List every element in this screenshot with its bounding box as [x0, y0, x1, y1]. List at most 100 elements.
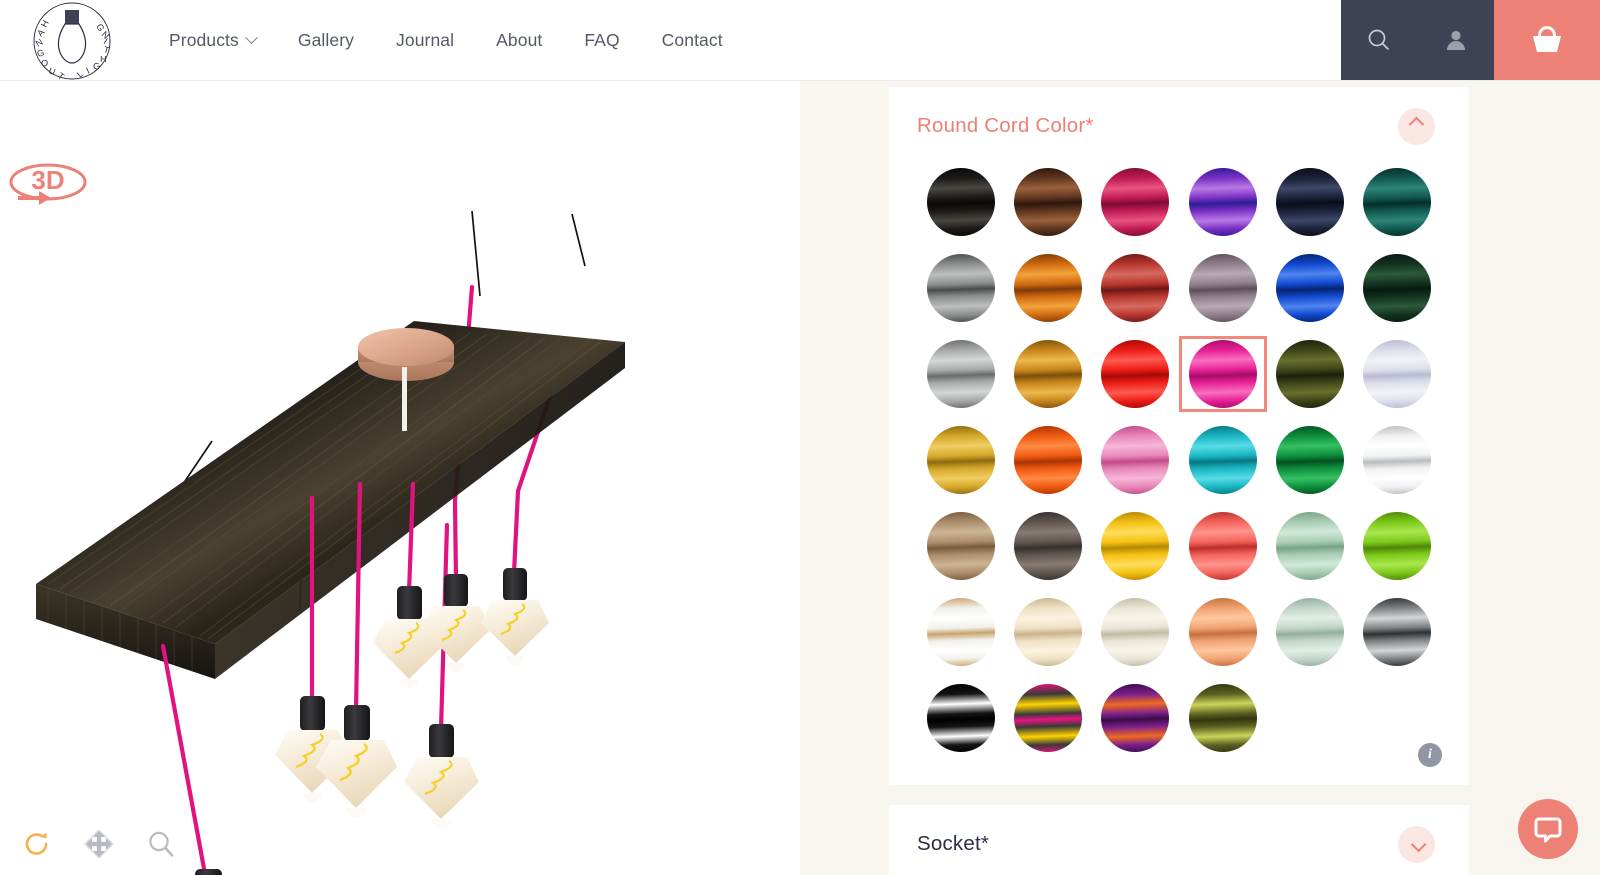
- cord-color-swatch[interactable]: [1093, 252, 1177, 324]
- cord-color-swatch[interactable]: [919, 338, 1003, 410]
- cord-color-swatch[interactable]: [1093, 682, 1177, 754]
- chat-launcher-button[interactable]: [1518, 799, 1578, 859]
- swatch-color: [1101, 340, 1170, 408]
- cord-color-swatch[interactable]: [1268, 424, 1352, 496]
- cord-color-swatch[interactable]: [919, 596, 1003, 668]
- nav-label: Gallery: [297, 29, 355, 50]
- cord-color-swatch[interactable]: [919, 424, 1003, 496]
- swatch-color: [1275, 254, 1344, 322]
- cord-color-swatch[interactable]: [1181, 252, 1265, 324]
- swatch-color: [1188, 598, 1257, 666]
- cord-color-swatch[interactable]: [1181, 424, 1265, 496]
- swatch-color: [1363, 426, 1432, 494]
- cord-color-swatch[interactable]: [1268, 510, 1352, 582]
- swatch-color: [1188, 340, 1257, 408]
- nav-item-gallery[interactable]: Gallery: [277, 0, 375, 81]
- swatch-color: [1275, 426, 1344, 494]
- cord-color-swatch[interactable]: [1181, 510, 1265, 582]
- cord-color-swatch[interactable]: [1355, 510, 1439, 582]
- pan-move-icon: [84, 829, 114, 859]
- cord-color-swatch[interactable]: [1093, 424, 1177, 496]
- cord-color-swatch[interactable]: [1355, 596, 1439, 668]
- cord-color-swatch[interactable]: [919, 510, 1003, 582]
- bulb-logo-icon: H A N G O U T L I G H T I N G: [33, 2, 111, 80]
- section-header-round-cord-color[interactable]: Round Cord Color*: [889, 87, 1469, 165]
- cord-color-swatch[interactable]: [919, 166, 1003, 238]
- cart-button[interactable]: [1494, 0, 1600, 80]
- svg-text:O: O: [41, 58, 48, 68]
- cord-color-swatch[interactable]: [1006, 166, 1090, 238]
- cord-color-swatch[interactable]: [1006, 338, 1090, 410]
- section-collapse-toggle[interactable]: [1398, 107, 1435, 145]
- cord-color-swatch[interactable]: [1006, 252, 1090, 324]
- swatch-color: [926, 512, 995, 580]
- cord-color-swatch[interactable]: [1355, 252, 1439, 324]
- utility-group: [1341, 0, 1494, 80]
- cord-color-swatch[interactable]: [1355, 338, 1439, 410]
- search-button[interactable]: [1348, 0, 1410, 81]
- swatch-color: [1275, 598, 1344, 666]
- chat-bubble-icon: [1534, 817, 1562, 843]
- chevron-down-icon: [1410, 836, 1427, 852]
- product-stage: [0, 81, 800, 875]
- swatch-color: [926, 684, 995, 752]
- viewer-controls: [20, 827, 178, 861]
- nav-item-products[interactable]: Products: [148, 0, 277, 81]
- info-button[interactable]: i: [1418, 743, 1442, 767]
- account-button[interactable]: [1425, 0, 1487, 81]
- site-header: H A N G O U T L I G H T I N G Products G…: [0, 0, 1600, 81]
- nav-label: Contact: [661, 29, 723, 50]
- cord-color-swatch[interactable]: [1181, 166, 1265, 238]
- cord-color-swatch[interactable]: [1006, 510, 1090, 582]
- swatch-color: [1013, 168, 1082, 236]
- nav-item-journal[interactable]: Journal: [375, 0, 475, 81]
- cord-color-swatch[interactable]: [1181, 596, 1265, 668]
- cord-color-swatch[interactable]: [1268, 338, 1352, 410]
- product-viewer[interactable]: 3D: [0, 81, 800, 875]
- cord-color-swatch[interactable]: [1178, 336, 1267, 412]
- rotate-icon: [25, 832, 48, 855]
- swatch-color: [1013, 340, 1082, 408]
- pan-tool-button[interactable]: [82, 827, 116, 861]
- cord-color-swatch[interactable]: [1355, 166, 1439, 238]
- nav-item-contact[interactable]: Contact: [641, 0, 744, 81]
- brand-logo[interactable]: H A N G O U T L I G H T I N G: [22, 0, 122, 81]
- swatch-color: [1363, 340, 1432, 408]
- svg-text:N: N: [34, 36, 45, 48]
- nav-label: About: [496, 29, 543, 50]
- section-expand-toggle[interactable]: [1398, 825, 1435, 863]
- cord-color-swatch[interactable]: [1268, 166, 1352, 238]
- cord-color-swatch[interactable]: [1093, 596, 1177, 668]
- magnifier-icon: [149, 831, 174, 857]
- cord-color-swatch[interactable]: [1268, 596, 1352, 668]
- cord-color-swatch[interactable]: [1268, 252, 1352, 324]
- zoom-tool-button[interactable]: [144, 827, 178, 861]
- cord-color-swatch[interactable]: [1006, 596, 1090, 668]
- cord-color-swatch[interactable]: [919, 682, 1003, 754]
- swatch-color: [926, 340, 995, 408]
- nav-label: FAQ: [584, 29, 620, 50]
- main-nav: Products Gallery Journal About FAQ Conta…: [148, 0, 1341, 80]
- cord-color-swatch[interactable]: [1006, 424, 1090, 496]
- cord-color-swatch[interactable]: [1355, 424, 1439, 496]
- swatch-color: [1363, 598, 1432, 666]
- chevron-up-icon: [1408, 116, 1425, 132]
- swatch-color: [1363, 512, 1432, 580]
- cord-color-swatch[interactable]: [1181, 682, 1265, 754]
- rotate-tool-button[interactable]: [20, 827, 54, 861]
- cord-color-swatch[interactable]: [1006, 682, 1090, 754]
- swatch-color: [926, 168, 995, 236]
- cord-color-swatch[interactable]: [919, 252, 1003, 324]
- cord-color-swatch[interactable]: [1093, 510, 1177, 582]
- nav-item-about[interactable]: About: [475, 0, 563, 81]
- section-title: Round Cord Color*: [917, 114, 1094, 137]
- shopping-basket-icon: [1533, 26, 1561, 52]
- section-header-socket[interactable]: Socket*: [889, 805, 1469, 875]
- svg-text:H: H: [100, 54, 107, 64]
- cord-color-swatch[interactable]: [1093, 166, 1177, 238]
- cord-color-swatch[interactable]: [1093, 338, 1177, 410]
- svg-text:I: I: [85, 65, 92, 75]
- nav-item-faq[interactable]: FAQ: [563, 0, 640, 81]
- nav-label: Products: [169, 29, 239, 50]
- chevron-down-icon: [245, 30, 258, 44]
